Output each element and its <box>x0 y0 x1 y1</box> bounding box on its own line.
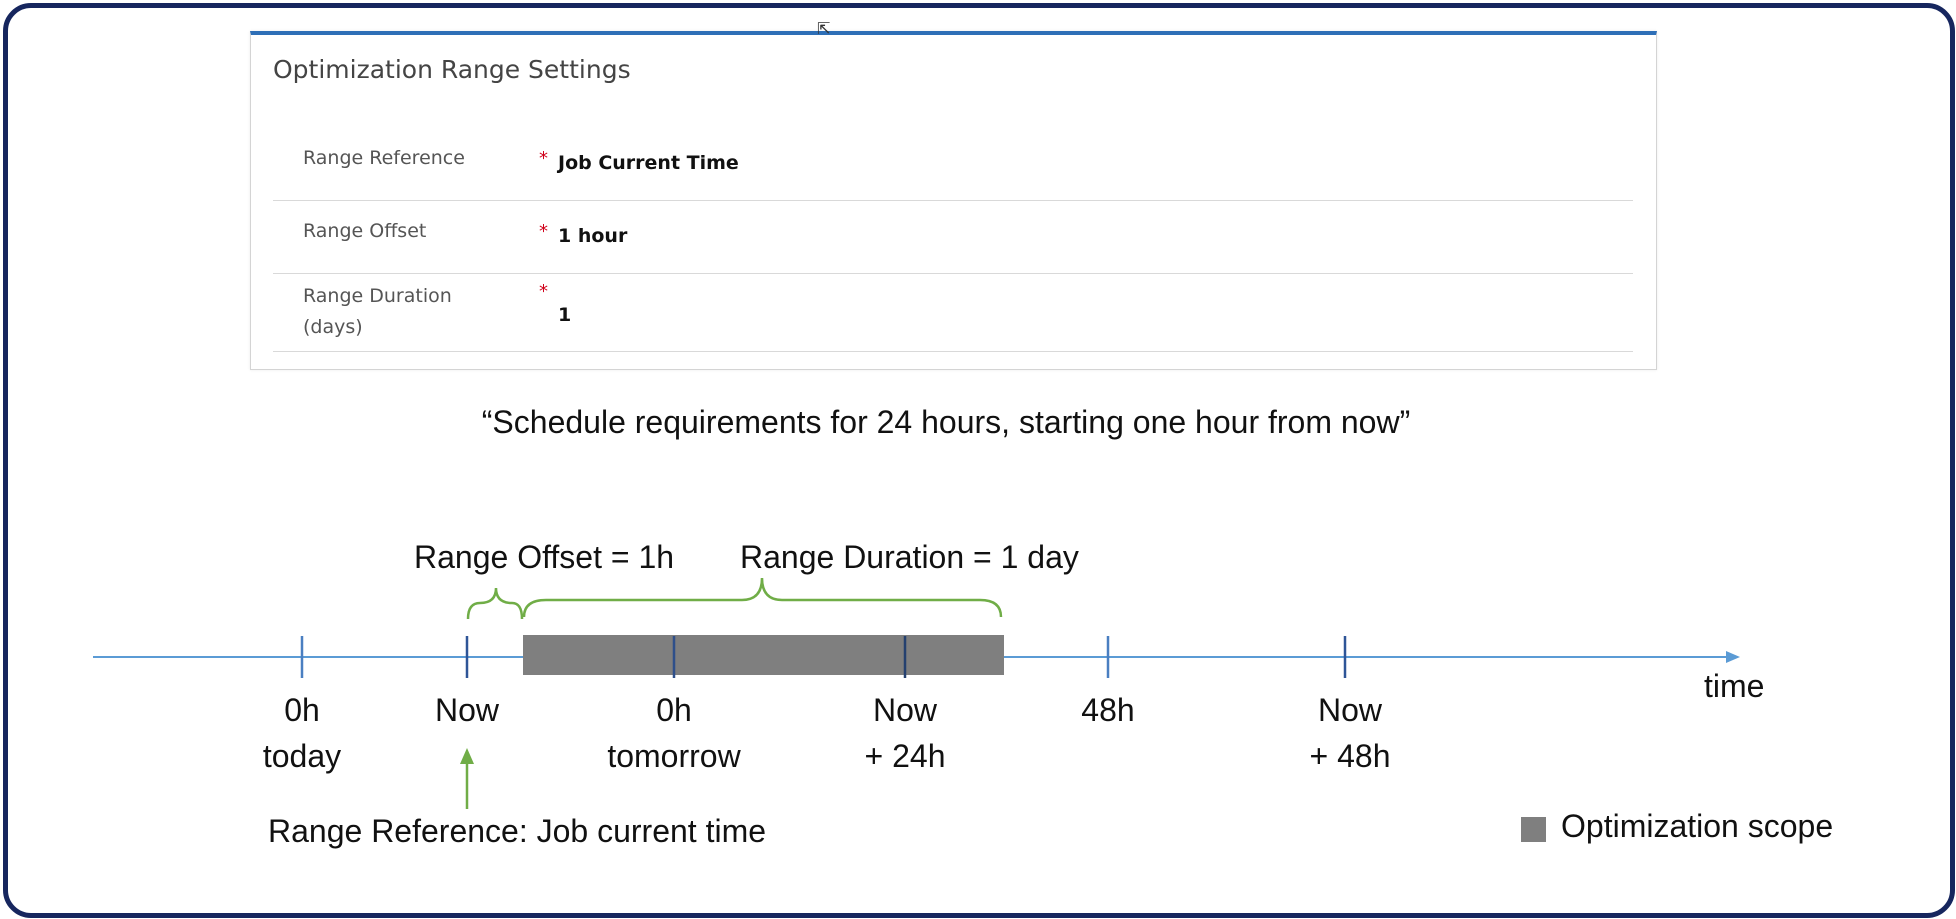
range-duration-annotation: Range Duration = 1 day <box>740 539 1079 575</box>
time-axis-arrowhead <box>1726 651 1740 663</box>
range-offset-brace <box>466 587 524 620</box>
range-reference-annotation: Range Reference: Job current time <box>268 813 767 849</box>
tick-label-0h-today: 0h today <box>262 692 342 774</box>
tick-label-48h: 48h <box>1081 692 1135 728</box>
time-axis-label: time <box>1704 668 1765 704</box>
optimization-scope-legend-swatch <box>1521 817 1546 842</box>
range-offset-annotation: Range Offset = 1h <box>414 539 675 575</box>
tick-label-now-plus-48h: Now + 48h <box>1309 692 1391 774</box>
optimization-scope-bar <box>523 635 1004 675</box>
tick-label-now: Now <box>434 692 499 728</box>
tick-label-0h-tomorrow: 0h tomorrow <box>607 692 741 774</box>
timeline-diagram <box>93 577 1740 809</box>
optimization-scope-legend-label: Optimization scope <box>1561 808 1834 844</box>
range-duration-brace <box>522 577 1003 618</box>
tick-label-now-plus-24h: Now + 24h <box>864 692 946 774</box>
range-reference-arrowhead <box>460 748 474 764</box>
